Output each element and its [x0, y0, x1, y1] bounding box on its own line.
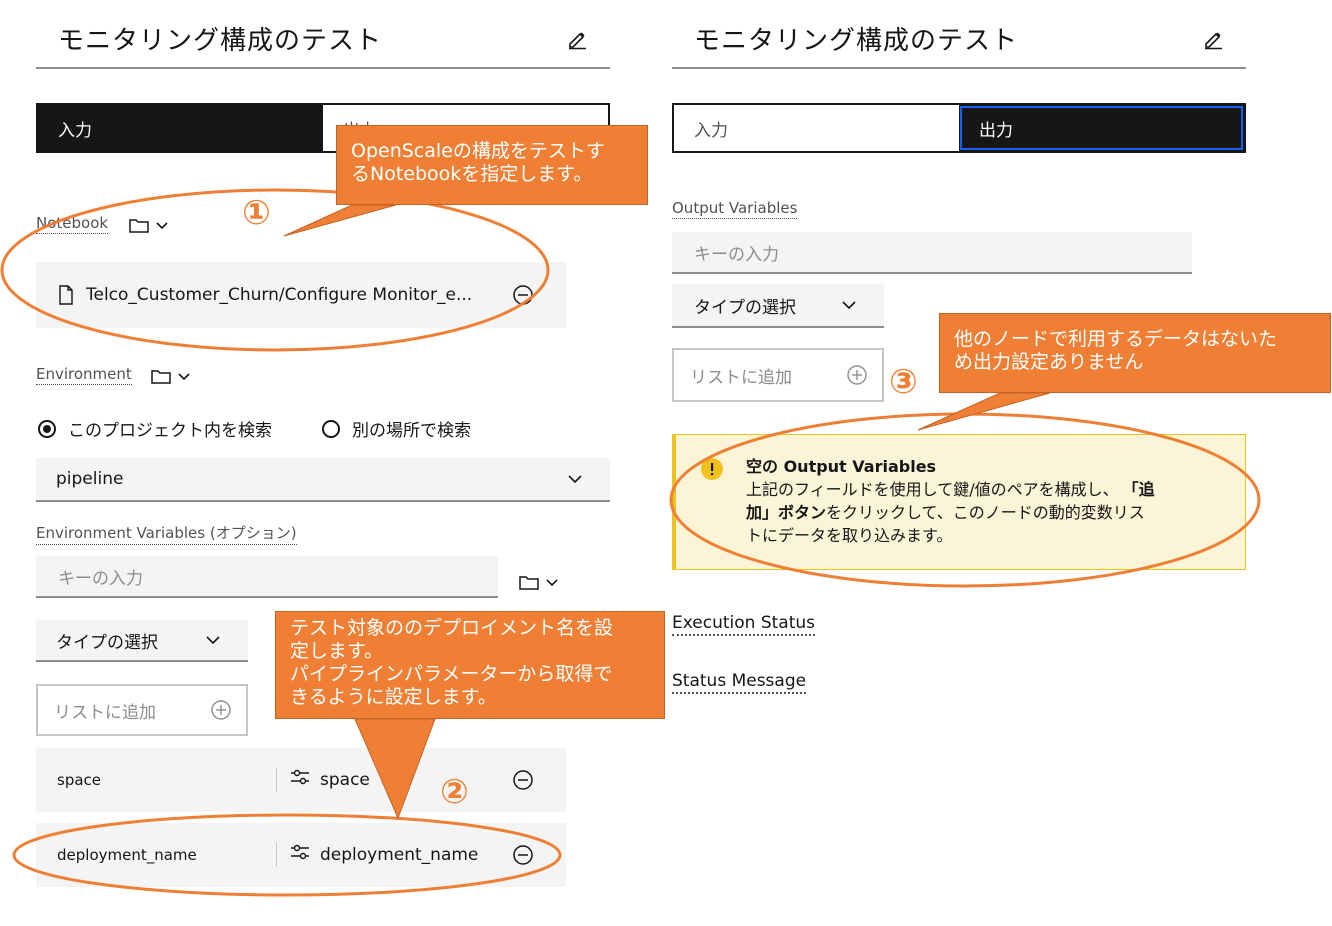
marker-2: ② — [440, 772, 469, 812]
highlight-ellipse-notice — [669, 412, 1261, 588]
callout-deployment: テスト対象ののデプロイメント名を設 定します。 パイプラインパラメーターから取得… — [275, 611, 665, 719]
callout3-pointer — [917, 392, 1051, 431]
callout-output: 他のノードで利用するデータはないた め出力設定ありません — [939, 313, 1331, 393]
callout1-pointer — [283, 204, 397, 237]
highlight-ellipse-deployment — [12, 813, 562, 897]
marker-1: ① — [242, 193, 271, 233]
callout2-pointer — [354, 718, 436, 820]
highlight-ellipse-notebook — [0, 188, 550, 352]
marker-3: ③ — [889, 362, 918, 402]
annotation-overlay — [0, 188, 1261, 897]
callout-notebook: OpenScaleの構成をテストす るNotebookを指定します。 — [336, 125, 648, 205]
